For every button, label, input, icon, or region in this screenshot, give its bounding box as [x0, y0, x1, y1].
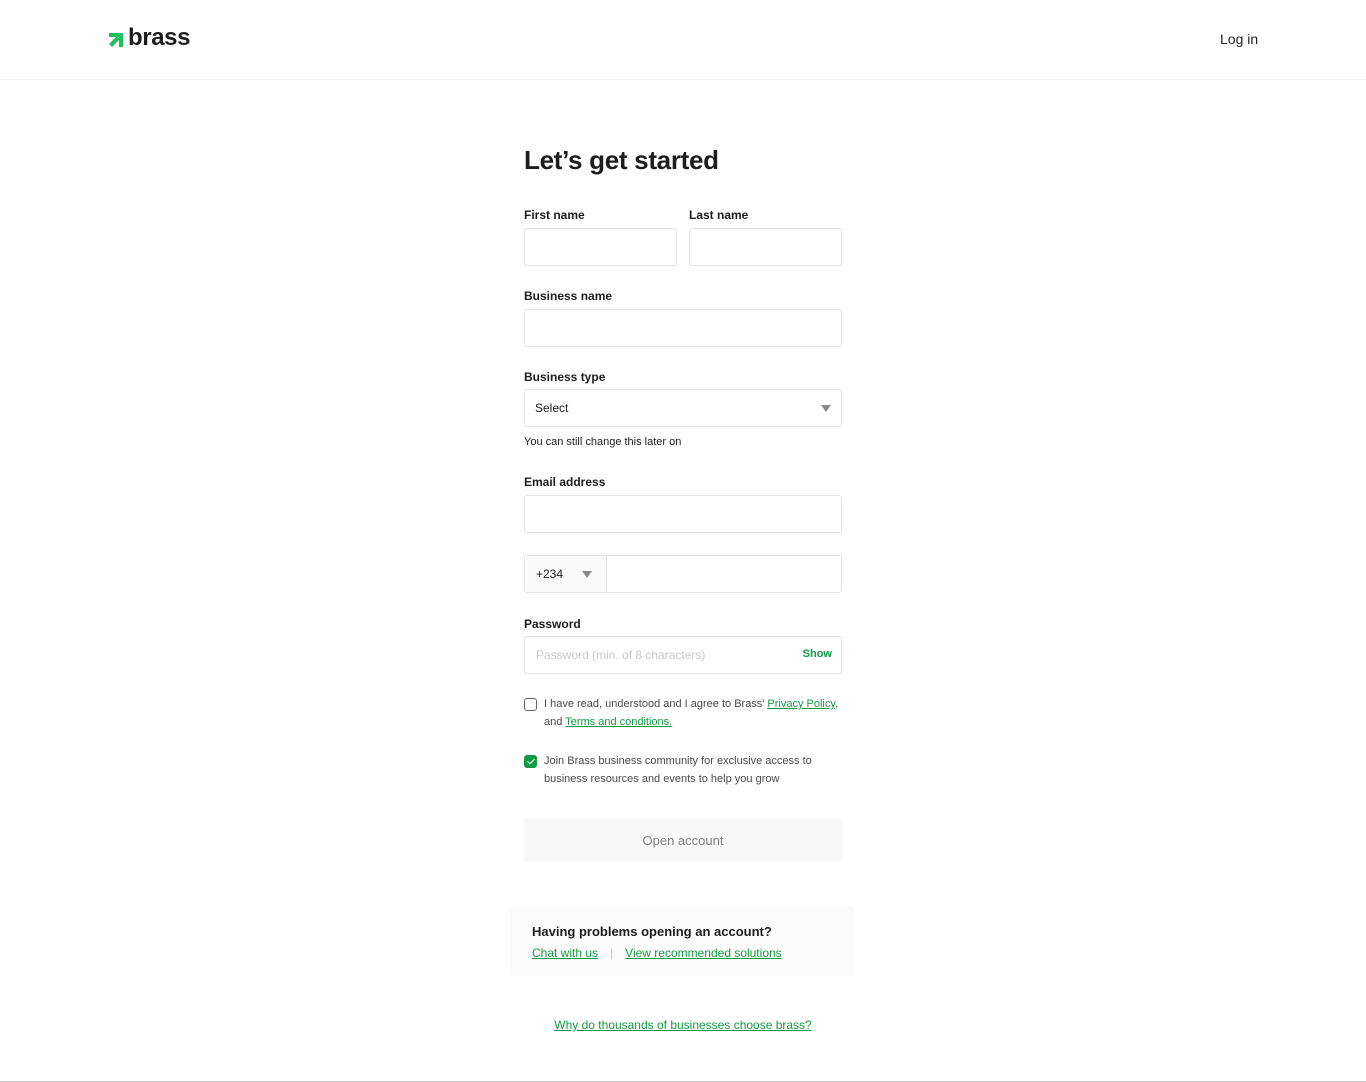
recommended-solutions-link[interactable]: View recommended solutions — [625, 946, 782, 960]
terms-checkbox[interactable] — [524, 698, 537, 711]
password-label: Password — [524, 617, 581, 631]
business-type-label: Business type — [524, 370, 606, 384]
community-checkbox[interactable] — [524, 755, 537, 768]
first-name-label: First name — [524, 208, 585, 222]
why-brass-container: Why do thousands of businesses choose br… — [0, 1018, 1366, 1032]
phone-input[interactable] — [607, 556, 841, 592]
brand-name: brass — [128, 24, 191, 51]
terms-text-before: I have read, understood and I agree to B… — [544, 698, 768, 710]
community-text: Join Brass business community for exclus… — [544, 755, 812, 785]
country-code-value: +234 — [536, 567, 564, 581]
chat-with-us-link[interactable]: Chat with us — [532, 946, 598, 960]
country-code-select[interactable]: +234 — [525, 556, 607, 592]
brass-logo-icon — [109, 32, 124, 48]
business-type-select[interactable]: Select — [524, 389, 842, 427]
email-label: Email address — [524, 475, 606, 489]
business-name-label: Business name — [524, 289, 613, 303]
page-title: Let’s get started — [524, 145, 719, 175]
open-account-button[interactable]: Open account — [524, 818, 842, 862]
first-name-input[interactable] — [524, 228, 677, 266]
password-field: Show — [524, 636, 842, 674]
business-type-hint: You can still change this later on — [524, 436, 682, 448]
top-header: brass Log in — [0, 0, 1366, 80]
chevron-down-icon — [582, 571, 592, 578]
chevron-down-icon — [821, 405, 831, 412]
business-type-selected: Select — [535, 401, 569, 415]
help-links: Chat with us | View recommended solutions — [532, 946, 782, 960]
signup-page: brass Log in Let’s get started First nam… — [0, 0, 1366, 1082]
show-password-button[interactable]: Show — [803, 648, 832, 660]
help-separator: | — [610, 946, 614, 960]
last-name-input[interactable] — [689, 228, 842, 266]
terms-conditions-link[interactable]: Terms and conditions. — [565, 716, 672, 728]
help-title: Having problems opening an account? — [532, 924, 772, 939]
last-name-label: Last name — [689, 208, 749, 222]
why-brass-link[interactable]: Why do thousands of businesses choose br… — [554, 1018, 811, 1032]
help-panel: Having problems opening an account? Chat… — [510, 906, 854, 976]
terms-text: I have read, understood and I agree to B… — [544, 696, 844, 731]
phone-field: +234 — [524, 555, 842, 593]
business-name-input[interactable] — [524, 309, 842, 347]
email-input[interactable] — [524, 495, 842, 533]
privacy-policy-link[interactable]: Privacy Policy — [767, 698, 835, 710]
password-input[interactable] — [525, 637, 785, 673]
brass-logo[interactable]: brass — [109, 24, 190, 52]
login-link[interactable]: Log in — [1220, 31, 1258, 47]
